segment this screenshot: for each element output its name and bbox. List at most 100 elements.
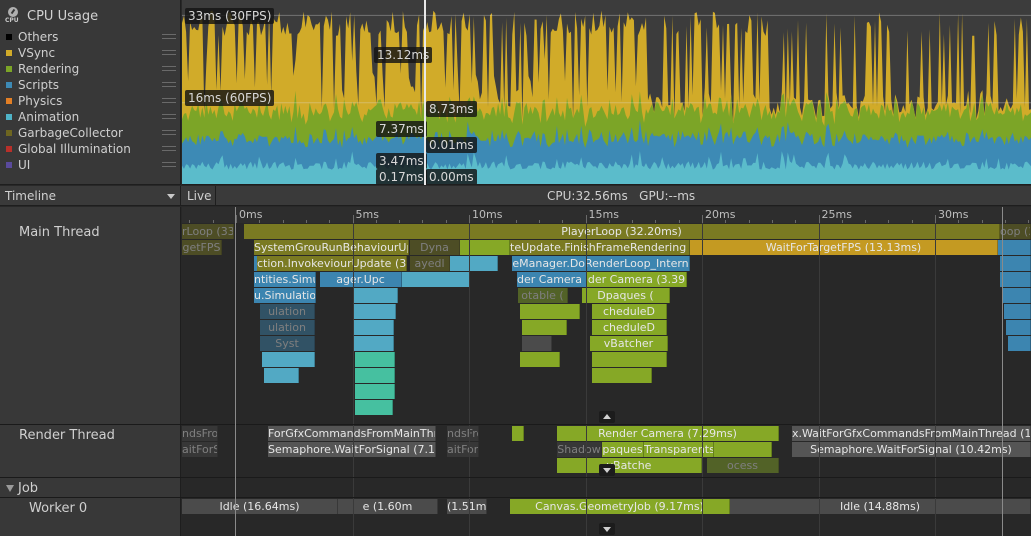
sample-bar[interactable] (402, 272, 470, 287)
cpu-area-chart[interactable] (182, 0, 1031, 185)
opaques-render-bar[interactable]: paques (602, 442, 644, 457)
drag-handle-icon[interactable] (162, 98, 176, 103)
idle-bar-1[interactable]: Idle (16.64ms) (182, 499, 338, 514)
cpu-usage-chart[interactable]: 33ms (30FPS) 16ms (60FPS) 13.12ms 8.73ms… (182, 0, 1031, 185)
sample-bar[interactable] (1002, 288, 1031, 303)
sample-bar[interactable] (592, 368, 652, 383)
sample-bar[interactable] (520, 304, 580, 319)
drag-handle-icon[interactable] (162, 50, 176, 55)
cpu-module-title[interactable]: CPU CPU Usage (5, 6, 98, 26)
semaphore-wait-bar-2[interactable]: Semaphore.WaitForSignal (10.42ms) (792, 442, 1031, 457)
semaphore-bar-2[interactable]: aitForS (447, 442, 479, 457)
sample-bar[interactable] (264, 368, 299, 383)
legend-item-rendering[interactable]: Rendering (6, 61, 176, 77)
sample-bar[interactable] (522, 336, 552, 351)
finish-frame-rendering-bar[interactable]: teUpdate.FinishFrameRendering (7 (510, 240, 690, 255)
sample-bar[interactable] (354, 320, 394, 335)
sample-bar[interactable] (355, 400, 393, 415)
drag-handle-icon[interactable] (162, 162, 176, 167)
sample-bar[interactable] (1006, 320, 1031, 335)
drag-handle-icon[interactable] (162, 114, 176, 119)
sample-bar[interactable] (354, 304, 396, 319)
simulation-bar[interactable]: u.Simulation (254, 288, 316, 303)
time-ruler[interactable]: 0ms 5ms 10ms 15ms 20ms 25ms 30ms (182, 207, 1031, 223)
sample-bar[interactable] (262, 352, 315, 367)
playerloop-bar[interactable]: PlayerLoop (32.20ms) (244, 224, 1000, 239)
sample-bar[interactable] (353, 288, 398, 303)
thread-worker0-label[interactable]: Worker 0 (29, 501, 87, 516)
simulation-child-bar-2[interactable]: ulation (260, 320, 315, 335)
sample-bar[interactable] (460, 240, 510, 255)
job-group-foldout[interactable]: Job (6, 481, 38, 496)
sample-bar[interactable] (1008, 336, 1031, 351)
legend-item-others[interactable]: Others (6, 29, 176, 45)
simulation-child-bar[interactable]: ulation (260, 304, 315, 319)
sample-bar[interactable] (450, 256, 498, 271)
drag-handle-icon[interactable] (162, 34, 176, 39)
transparents-bar[interactable]: Transparents ( (644, 442, 714, 457)
table-bar[interactable]: otable ( (518, 288, 568, 303)
prev-wait-bar[interactable]: getFPS (182, 240, 222, 255)
sample-bar[interactable] (355, 368, 395, 383)
prev-playerloop-bar[interactable]: rLoop (33.0 (182, 224, 234, 239)
legend-item-physics[interactable]: Physics (6, 93, 176, 109)
idle-bar-4[interactable]: Idle (14.88ms) (730, 499, 1031, 514)
sample-bar[interactable] (592, 352, 667, 367)
render-camera-bar-a[interactable]: der Camera (2 (517, 272, 587, 287)
render-loop-bar[interactable]: eManager.DoRenderLoop_Intern (512, 256, 690, 271)
legend-item-ui[interactable]: UI (6, 157, 176, 173)
sample-bar[interactable] (512, 426, 524, 441)
legend-item-vsync[interactable]: VSync (6, 45, 176, 61)
collapse-main-thread-button[interactable] (599, 411, 615, 423)
batcher-bar[interactable]: vBatcher (590, 336, 668, 351)
system-group-bar[interactable]: SystemGrouRunBehaviourUpd (254, 240, 409, 255)
sample-bar[interactable] (1000, 272, 1031, 287)
opaques-bar[interactable]: Dpaques ( (582, 288, 670, 303)
prev-semaphore-bar[interactable]: aitForS (182, 442, 218, 457)
gfx-cmds-bar-2[interactable]: ndsFro (447, 426, 479, 441)
expand-render-thread-button[interactable] (599, 464, 615, 476)
canvas-geometry-job-bar[interactable]: Canvas.GeometryJob (9.17ms) (510, 499, 730, 514)
system-bar[interactable]: Syst (260, 336, 315, 351)
drag-handle-icon[interactable] (162, 130, 176, 135)
next-playerloop-bar[interactable]: oop (3 (1000, 224, 1031, 239)
drag-handle-icon[interactable] (162, 146, 176, 151)
entities-simulation-bar[interactable]: ntities.Simu (254, 272, 316, 287)
prev-gfx-cmds-bar[interactable]: ndsFrom (182, 426, 218, 441)
legend-item-garbagecollector[interactable]: GarbageCollector (6, 125, 176, 141)
legend-item-global-illumination[interactable]: Global Illumination (6, 141, 176, 157)
batcher-render-bar[interactable]: yBatche (557, 458, 702, 473)
timeline-view[interactable]: 0ms 5ms 10ms 15ms 20ms 25ms 30ms rLoop (33.0 Pl… (182, 207, 1031, 536)
render-camera-bar-b[interactable]: der Camera (3.39 (587, 272, 687, 287)
expand-worker-button[interactable] (599, 523, 615, 535)
shadow-bar[interactable]: Shadow (557, 442, 602, 457)
manager-update-bar[interactable]: ager.Upc (320, 272, 402, 287)
idle-bar-3[interactable]: (1.51m (447, 499, 487, 514)
invoke-update-bar[interactable]: ction.InvokeviourUpdate (3.5 (257, 256, 407, 271)
sample-bar[interactable] (355, 384, 395, 399)
sample-bar[interactable] (354, 336, 394, 351)
wait-for-target-fps-bar[interactable]: WaitForTargetFPS (13.13ms) (690, 240, 998, 255)
sample-bar[interactable] (1000, 256, 1031, 271)
drag-handle-icon[interactable] (162, 82, 176, 87)
drag-handle-icon[interactable] (162, 66, 176, 71)
view-mode-dropdown[interactable]: Timeline (0, 186, 181, 206)
delayed-bar[interactable]: ayedl (410, 256, 450, 271)
sample-bar[interactable] (522, 320, 567, 335)
sample-bar[interactable] (520, 352, 560, 367)
render-camera-bar[interactable]: Render Camera (7.29ms) (557, 426, 779, 441)
process-bar[interactable]: ocess (707, 458, 779, 473)
sample-bar[interactable] (355, 352, 395, 367)
dyna-bar[interactable]: Dyna (410, 240, 460, 255)
schedule-bar-1[interactable]: cheduleD (592, 304, 667, 319)
sample-bar[interactable] (1004, 304, 1031, 319)
thread-render-label[interactable]: Render Thread (19, 428, 115, 443)
sample-bar[interactable] (714, 442, 772, 457)
legend-item-animation[interactable]: Animation (6, 109, 176, 125)
selected-frame-cursor[interactable] (424, 0, 426, 185)
thread-main-label[interactable]: Main Thread (19, 225, 100, 240)
legend-item-scripts[interactable]: Scripts (6, 77, 176, 93)
live-toggle[interactable]: Live (182, 186, 216, 206)
wait-for-gfx-commands-bar-2[interactable]: x.WaitForGfxCommandsFromMainThread (10.4… (792, 426, 1031, 441)
schedule-bar-2[interactable]: cheduleD (592, 320, 667, 335)
